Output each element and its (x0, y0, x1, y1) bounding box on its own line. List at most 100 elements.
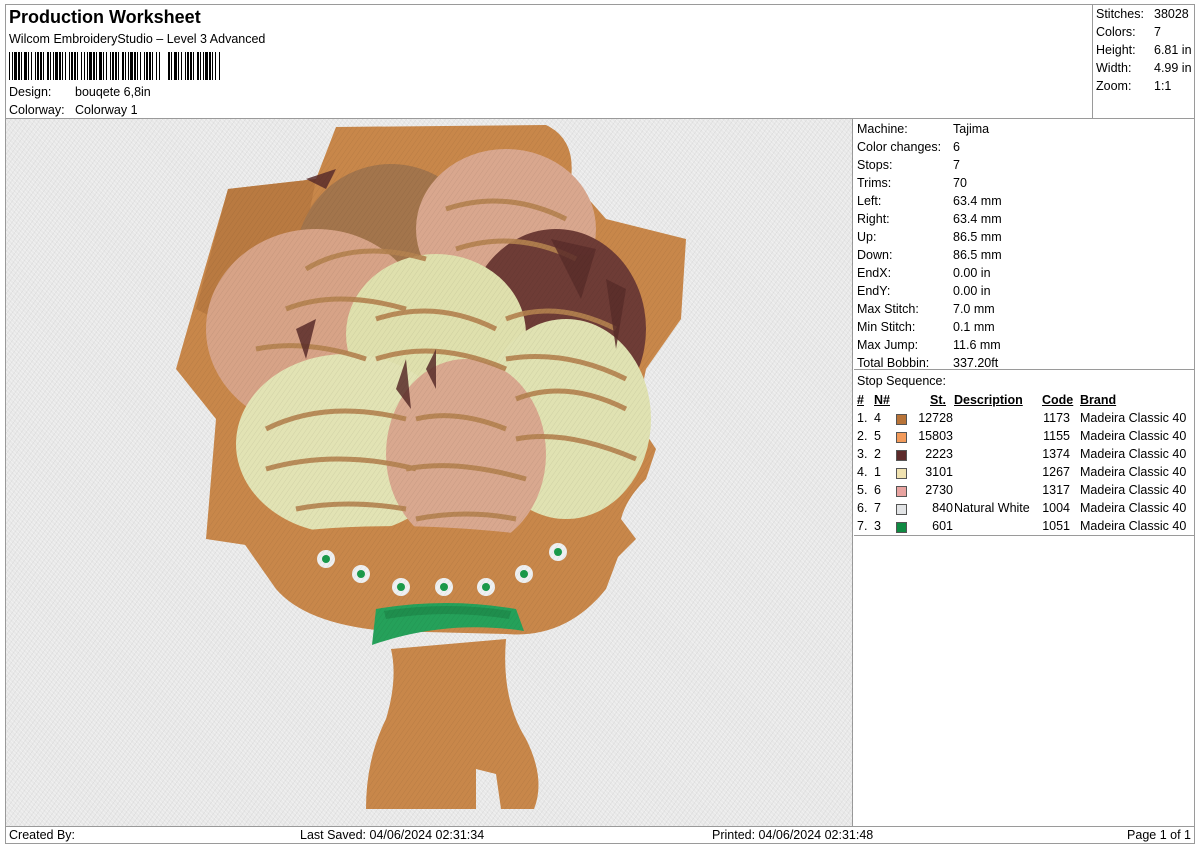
stops-divider (854, 535, 1194, 536)
stop-row-stitches: 2730 (925, 483, 953, 497)
stop-row-stitches: 840 (932, 501, 953, 515)
worksheet-frame: Production Worksheet Wilcom EmbroiderySt… (5, 4, 1195, 844)
stop-row-stitches: 15803 (918, 429, 953, 443)
machine-row-value: 6 (953, 140, 960, 154)
stop-row-code: 1317 (1042, 483, 1070, 497)
header-description: Description (954, 393, 1023, 407)
stop-row-brand: Madeira Classic 40 (1080, 447, 1187, 461)
machine-row-label: Min Stitch: (857, 320, 916, 334)
width-label: Width: (1096, 61, 1132, 75)
stop-row-code: 1155 (1043, 429, 1070, 443)
stop-row-needle: 6 (874, 483, 881, 497)
stop-row-number: 7. (857, 519, 868, 533)
machine-row-value: 63.4 mm (953, 212, 1002, 226)
stop-row-brand: Madeira Classic 40 (1080, 429, 1187, 443)
machine-row-value: 0.00 in (953, 266, 991, 280)
page-number: Page 1 of 1 (1127, 828, 1191, 842)
colorway-name: Colorway 1 (75, 103, 138, 117)
stop-row-stitches: 12728 (918, 411, 953, 425)
design-label: Design: (9, 85, 52, 99)
stop-row-needle: 1 (874, 465, 881, 479)
stop-row-number: 1. (857, 411, 868, 425)
machine-row-label: Stops: (857, 158, 893, 172)
header-brand: Brand (1080, 393, 1117, 407)
stop-row-stitches: 3101 (925, 465, 953, 479)
bouquet-embroidery-image (6, 119, 853, 826)
stop-row-number: 6. (857, 501, 868, 515)
header-num: # (857, 393, 864, 407)
stop-row-needle: 4 (874, 411, 881, 425)
software-name: Wilcom EmbroideryStudio – Level 3 Advanc… (9, 32, 266, 46)
stop-row-code: 1004 (1042, 501, 1070, 515)
stop-row-needle: 7 (874, 501, 881, 515)
machine-row-label: Up: (857, 230, 877, 244)
stop-sequence-panel: Stop Sequence: # N# St. Description Code… (854, 371, 1194, 535)
machine-row-label: Color changes: (857, 140, 942, 154)
stop-row-code: 1051 (1042, 519, 1070, 533)
machine-row-value: 70 (953, 176, 967, 190)
barcode-image (9, 52, 220, 80)
machine-row-label: Trims: (857, 176, 892, 190)
stop-row-description: Natural White (954, 501, 1030, 515)
stop-row-number: 3. (857, 447, 868, 461)
stitches-value: 38028 (1154, 7, 1189, 21)
machine-row-value: 86.5 mm (953, 248, 1002, 262)
stitches-label: Stitches: (1096, 7, 1144, 21)
machine-row-label: Total Bobbin: (857, 356, 930, 370)
header-stitches: St. (930, 393, 946, 407)
machine-row-value: Tajima (953, 122, 990, 136)
stop-row-brand: Madeira Classic 40 (1080, 483, 1187, 497)
machine-row-label: Right: (857, 212, 890, 226)
machine-row-label: Left: (857, 194, 882, 208)
machine-row-value: 337.20ft (953, 356, 999, 370)
machine-info-panel: Machine: Tajima Color changes: 6 Stops: 7 Trim… (854, 119, 1194, 370)
stop-row-code: 1267 (1042, 465, 1070, 479)
height-value: 6.81 in (1154, 43, 1192, 57)
machine-row-label: EndY: (857, 284, 891, 298)
stop-row-stitches: 2223 (925, 447, 953, 461)
design-row: Design: bouqete 6,8in (9, 85, 151, 99)
machine-row-label: Down: (857, 248, 893, 262)
design-name: bouqete 6,8in (75, 85, 151, 99)
machine-row-value: 11.6 mm (953, 338, 1001, 352)
stop-row-code: 1173 (1043, 411, 1070, 425)
header-code: Code (1042, 393, 1074, 407)
machine-row-value: 63.4 mm (953, 194, 1002, 208)
worksheet-footer: Created By: Last Saved: 04/06/2024 02:31… (6, 826, 1194, 844)
colorway-label: Colorway: (9, 103, 65, 117)
stop-row-needle: 5 (874, 429, 881, 443)
machine-row-label: EndX: (857, 266, 892, 280)
machine-divider (854, 369, 1194, 370)
machine-row-value: 0.00 in (953, 284, 991, 298)
stop-sequence-title: Stop Sequence: (857, 374, 946, 388)
stop-row-needle: 2 (874, 447, 881, 461)
machine-row-label: Machine: (857, 122, 908, 136)
height-label: Height: (1096, 43, 1136, 57)
zoom-value: 1:1 (1154, 79, 1172, 93)
width-value: 4.99 in (1154, 61, 1192, 75)
last-saved: Last Saved: 04/06/2024 02:31:34 (300, 828, 485, 842)
created-by: Created By: (9, 828, 76, 842)
stop-row-stitches: 601 (932, 519, 953, 533)
stop-row-needle: 3 (874, 519, 881, 533)
stop-row-number: 4. (857, 465, 868, 479)
stop-row-brand: Madeira Classic 40 (1080, 411, 1187, 425)
stop-row-number: 5. (857, 483, 868, 497)
worksheet-header: Production Worksheet Wilcom EmbroiderySt… (6, 5, 1092, 118)
page-title: Production Worksheet (9, 7, 201, 27)
header-needle: N# (874, 393, 890, 407)
colors-label: Colors: (1096, 25, 1136, 39)
machine-row-label: Max Jump: (857, 338, 919, 352)
machine-row-value: 0.1 mm (953, 320, 995, 334)
zoom-label: Zoom: (1096, 79, 1132, 93)
stop-row-number: 2. (857, 429, 868, 443)
printed-date: Printed: 04/06/2024 02:31:48 (712, 828, 874, 842)
machine-row-value: 7 (953, 158, 960, 172)
stop-row-brand: Madeira Classic 40 (1080, 519, 1187, 533)
machine-row-value: 86.5 mm (953, 230, 1002, 244)
design-preview (6, 119, 853, 826)
machine-row-value: 7.0 mm (953, 302, 995, 316)
machine-row-label: Max Stitch: (857, 302, 919, 316)
stop-row-brand: Madeira Classic 40 (1080, 465, 1187, 479)
colors-value: 7 (1154, 25, 1161, 39)
